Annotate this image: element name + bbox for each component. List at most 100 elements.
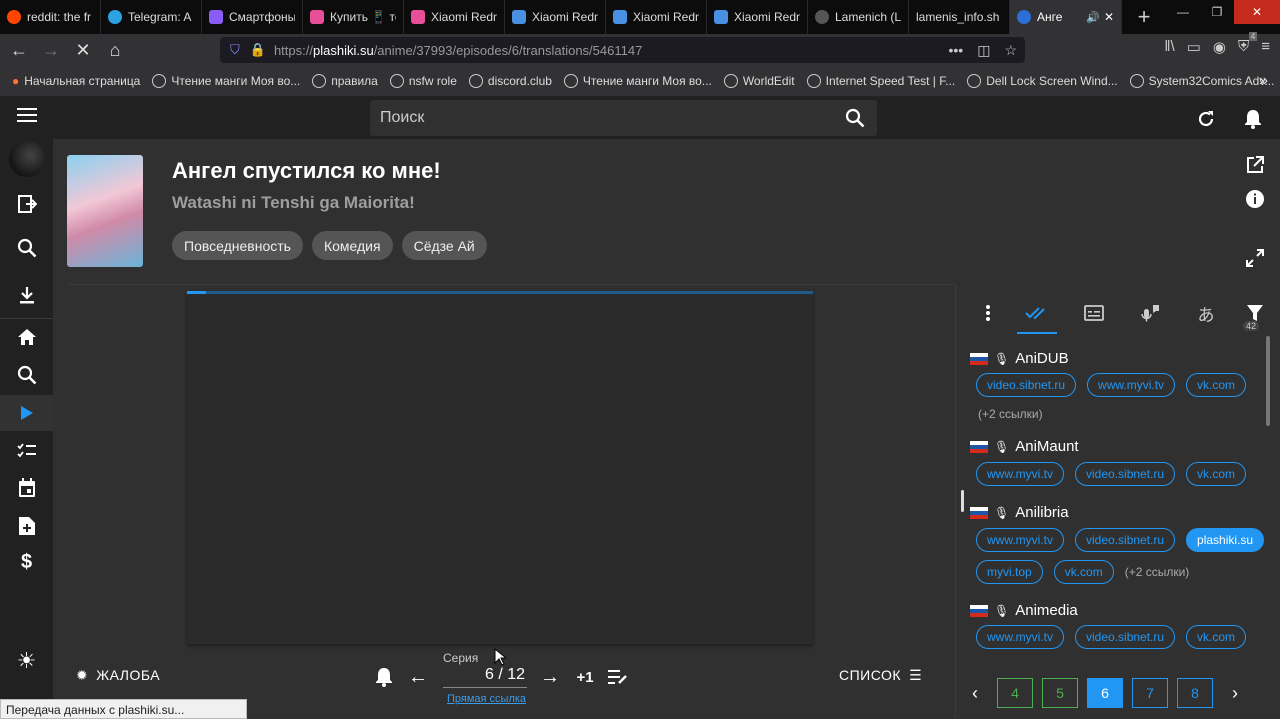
genre-chip[interactable]: Повседневность (172, 231, 303, 260)
donate-dollar-icon[interactable]: $ (0, 544, 53, 580)
translation-link[interactable]: www.myvi.tv (1087, 373, 1176, 397)
next-page-chevron-icon[interactable]: › (1232, 683, 1248, 704)
translation-link[interactable]: www.myvi.tv (976, 528, 1064, 552)
genre-chip[interactable]: Комедия (311, 231, 393, 260)
browser-tab[interactable]: Lamenich (L (808, 0, 909, 34)
close-tab-icon[interactable]: ✕ (1104, 10, 1114, 24)
browser-tab[interactable]: Смартфоны (202, 0, 303, 34)
audio-playing-icon[interactable]: 🔊 (1086, 11, 1100, 24)
complain-button[interactable]: ✹ ЖАЛОБА (76, 660, 160, 690)
ublock-icon[interactable]: ⛨ 4 (1238, 32, 1258, 56)
avatar[interactable] (0, 141, 53, 177)
search-icon[interactable] (0, 357, 53, 393)
bookmark-item[interactable]: Чтение манги Моя во... (563, 74, 712, 88)
tab-voiceover-icon[interactable] (1136, 298, 1164, 328)
episode-list-button[interactable]: СПИСОК ☰ (839, 660, 922, 690)
search-input[interactable]: Поиск (370, 100, 877, 136)
logout-icon[interactable] (0, 186, 53, 222)
home-icon[interactable]: ⌂ (100, 35, 130, 65)
page-actions-icon[interactable]: ••• (948, 42, 963, 59)
translation-link[interactable]: vk.com (1186, 462, 1247, 486)
tab-all-done-icon[interactable] (1017, 298, 1057, 334)
page-button[interactable]: 8 (1177, 678, 1213, 708)
translation-link[interactable]: video.sibnet.ru (1075, 528, 1176, 552)
more-links-toggle[interactable]: (+2 ссылки) (1125, 565, 1190, 579)
play-icon[interactable] (0, 395, 53, 431)
sidebar-icon[interactable]: ▭ (1187, 38, 1201, 56)
open-external-icon[interactable] (1244, 154, 1266, 176)
address-bar[interactable]: ⛉ 🔒 https://plashiki.su/anime/37993/epis… (220, 37, 1025, 63)
more-links-toggle[interactable]: (+2 ссылки) (978, 407, 1043, 421)
bookmark-item[interactable]: System32Comics Adv... (1129, 74, 1274, 88)
download-icon[interactable] (0, 277, 53, 313)
pocket-icon[interactable]: ◫ (977, 42, 990, 59)
bookmark-item[interactable]: WorldEdit (723, 74, 795, 88)
bookmark-item[interactable]: nsfw role (389, 74, 457, 88)
checklist-icon[interactable] (0, 433, 53, 469)
tracking-shield-icon[interactable]: ⛉ (230, 42, 240, 58)
next-episode-arrow-icon[interactable]: → (538, 666, 562, 688)
episode-number-input[interactable]: 6 / 12 (443, 666, 527, 688)
search-icon[interactable] (0, 230, 53, 266)
bookmarks-overflow-icon[interactable]: » (1259, 72, 1268, 90)
home-icon[interactable] (0, 319, 53, 355)
genre-chip[interactable]: Сёдзе Ай (401, 231, 487, 260)
translation-link[interactable]: www.myvi.tv (976, 462, 1064, 486)
forward-icon[interactable]: → (36, 35, 66, 65)
stop-icon[interactable]: ✕ (68, 35, 98, 65)
bookmark-item[interactable]: Dell Lock Screen Wind... (967, 74, 1118, 88)
browser-tab[interactable]: Купить 📱 тел (303, 0, 404, 34)
tab-subtitles-icon[interactable] (1080, 298, 1108, 328)
previous-episode-arrow-icon[interactable]: ← (406, 666, 430, 688)
browser-tab[interactable]: lamenis_info.sh (909, 0, 1010, 34)
page-button-current[interactable]: 6 (1087, 678, 1123, 708)
page-button[interactable]: 5 (1042, 678, 1078, 708)
browser-tab[interactable]: Xiaomi Redm (404, 0, 505, 34)
account-icon[interactable]: ◉ (1213, 38, 1226, 56)
bookmark-item[interactable]: правила (312, 74, 378, 88)
translation-link[interactable]: vk.com (1053, 560, 1114, 584)
anime-poster[interactable] (67, 155, 143, 267)
menu-icon[interactable]: ≡ (1261, 38, 1270, 56)
tab-original-language-icon[interactable]: あ (1192, 298, 1220, 328)
notifications-bell-icon[interactable] (1241, 106, 1265, 132)
new-tab-button[interactable]: + (1122, 0, 1166, 34)
translation-link[interactable]: vk.com (1186, 625, 1247, 649)
add-document-icon[interactable] (0, 508, 53, 544)
back-icon[interactable]: ← (4, 35, 34, 65)
restore-icon[interactable]: ❐ (1200, 0, 1234, 24)
translation-link[interactable]: video.sibnet.ru (1075, 462, 1176, 486)
direct-link[interactable]: Прямая ссылка (447, 693, 526, 705)
bookmark-item[interactable]: discord.club (468, 74, 552, 88)
browser-tab[interactable]: reddit: the fr (0, 0, 101, 34)
translation-link[interactable]: vk.com (1186, 373, 1247, 397)
browser-tab[interactable]: Telegram: A (101, 0, 202, 34)
fullscreen-icon[interactable] (1244, 247, 1266, 269)
hamburger-menu-icon[interactable] (0, 97, 53, 133)
prev-page-chevron-icon[interactable]: ‹ (972, 683, 988, 704)
bookmark-item[interactable]: Чтение манги Моя во... (152, 74, 300, 88)
page-button[interactable]: 4 (997, 678, 1033, 708)
video-player[interactable] (187, 291, 813, 644)
panel-resize-handle[interactable] (961, 490, 964, 512)
refresh-icon[interactable] (1194, 107, 1218, 131)
browser-tab[interactable]: Xiaomi Redm (707, 0, 808, 34)
browser-tab[interactable]: Xiaomi Redm (606, 0, 707, 34)
close-window-icon[interactable]: ✕ (1234, 0, 1280, 24)
translation-link[interactable]: www.myvi.tv (976, 625, 1064, 649)
edit-list-icon[interactable] (607, 666, 629, 688)
bookmark-star-icon[interactable]: ☆ (1004, 42, 1017, 59)
translation-link-selected[interactable]: plashiki.su (1186, 528, 1265, 552)
browser-tab-active[interactable]: Анге 🔊 ✕ (1010, 0, 1122, 34)
browser-tab[interactable]: Xiaomi Redm (505, 0, 606, 34)
search-icon[interactable] (845, 108, 865, 133)
calendar-icon[interactable] (0, 470, 53, 506)
minimize-icon[interactable]: — (1166, 0, 1200, 24)
more-vert-icon[interactable] (974, 298, 1002, 328)
info-icon[interactable] (1244, 188, 1266, 210)
translation-link[interactable]: video.sibnet.ru (1075, 625, 1176, 649)
translation-link[interactable]: myvi.top (976, 560, 1043, 584)
panel-scrollbar[interactable] (1266, 336, 1270, 426)
page-button[interactable]: 7 (1132, 678, 1168, 708)
player-progress-bar[interactable] (187, 291, 813, 294)
